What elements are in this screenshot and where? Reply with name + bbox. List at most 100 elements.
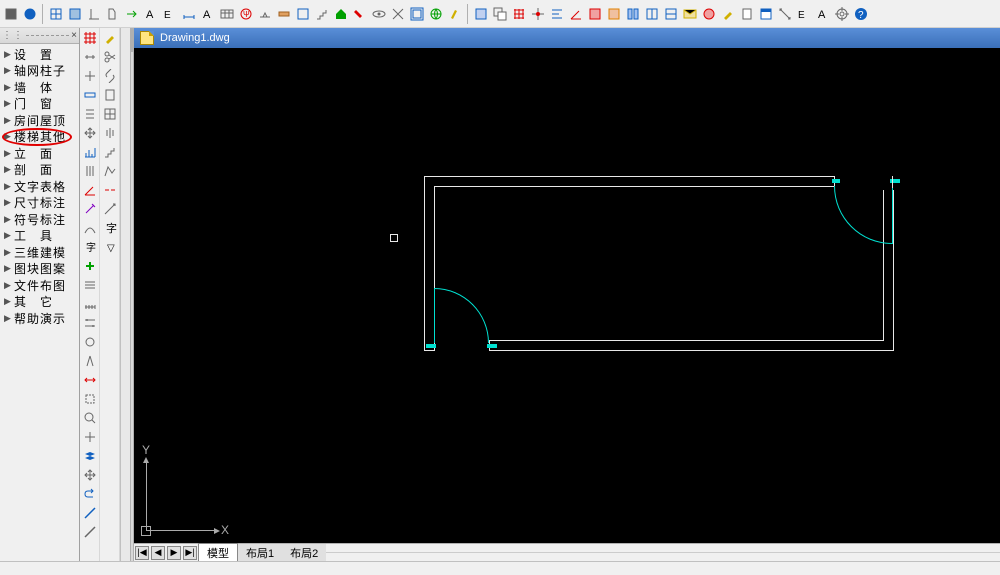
tab-nav-last-button[interactable]: ▶| <box>183 546 197 560</box>
sidebar-item-dimension[interactable]: ▶尺寸标注 <box>0 195 79 212</box>
sidebar-item-other[interactable]: ▶其 它 <box>0 294 79 311</box>
globe-icon[interactable] <box>427 5 445 23</box>
section-icon[interactable] <box>104 5 122 23</box>
door-icon[interactable] <box>294 5 312 23</box>
toolbar-btn-2[interactable] <box>21 5 39 23</box>
offset-tool-icon[interactable] <box>82 467 98 483</box>
sidebar-item-3d-model[interactable]: ▶三维建模 <box>0 244 79 261</box>
snap-icon[interactable] <box>529 5 547 23</box>
scissors-tool-icon[interactable] <box>102 49 118 65</box>
table-icon[interactable] <box>218 5 236 23</box>
pan-tool-icon[interactable] <box>82 429 98 445</box>
axis-icon[interactable] <box>85 5 103 23</box>
sidebar-item-help-demo[interactable]: ▶帮助演示 <box>0 310 79 327</box>
elev2-icon[interactable]: E <box>795 5 813 23</box>
scroll-thumb[interactable] <box>131 28 133 52</box>
tab-layout2[interactable]: 布局2 <box>282 544 326 562</box>
text-a-icon[interactable]: A <box>142 5 160 23</box>
pencil-tool-icon[interactable] <box>102 30 118 46</box>
panel-handle-icon[interactable]: ⋮⋮ <box>2 30 24 41</box>
sidebar-item-elevation[interactable]: ▶立 面 <box>0 145 79 162</box>
sidebar-item-room-roof[interactable]: ▶房间屋顶 <box>0 112 79 129</box>
toolbar-btn-1[interactable] <box>2 5 20 23</box>
break-tool-icon[interactable] <box>102 182 118 198</box>
cross-tool-icon[interactable] <box>82 68 98 84</box>
dim-icon[interactable] <box>180 5 198 23</box>
align-tool-icon[interactable] <box>102 125 118 141</box>
tab-nav-first-button[interactable]: |◀ <box>135 546 149 560</box>
tab-nav-prev-button[interactable]: ◀ <box>151 546 165 560</box>
text-tool-icon[interactable]: 字 <box>82 239 98 255</box>
ruler-tool-icon[interactable] <box>82 296 98 312</box>
stair2-tool-icon[interactable] <box>102 144 118 160</box>
sidebar-item-door-window[interactable]: ▶门 窗 <box>0 96 79 113</box>
select-tool-icon[interactable] <box>82 391 98 407</box>
paint-icon[interactable] <box>351 5 369 23</box>
target-icon[interactable] <box>833 5 851 23</box>
tab-model[interactable]: 模型 <box>198 543 238 562</box>
line2-tool-icon[interactable] <box>82 524 98 540</box>
split-icon[interactable] <box>643 5 661 23</box>
tab-layout1[interactable]: 布局1 <box>238 544 282 562</box>
align-icon[interactable] <box>548 5 566 23</box>
move-tool-icon[interactable] <box>82 125 98 141</box>
mark-tool-icon[interactable]: 字 <box>102 220 118 236</box>
document-title-bar[interactable]: Drawing1.dwg <box>134 28 1000 48</box>
tab-nav-next-button[interactable]: ▶ <box>167 546 181 560</box>
ray-tool-icon[interactable] <box>102 201 118 217</box>
wall-icon[interactable] <box>275 5 293 23</box>
dots-tool-icon[interactable] <box>82 315 98 331</box>
stair-icon[interactable] <box>313 5 331 23</box>
arrow-icon[interactable] <box>123 5 141 23</box>
sidebar-item-tools[interactable]: ▶工 具 <box>0 228 79 245</box>
curve-tool-icon[interactable] <box>82 220 98 236</box>
model-canvas[interactable]: X Y <box>134 48 1000 543</box>
grid-snap-tool-icon[interactable] <box>102 106 118 122</box>
h-split-icon[interactable] <box>662 5 680 23</box>
view-icon[interactable] <box>389 5 407 23</box>
eye-icon[interactable] <box>370 5 388 23</box>
door-tool-icon[interactable] <box>102 87 118 103</box>
sidebar-item-stair-other[interactable]: ▶楼梯其他 <box>0 129 79 146</box>
book-icon[interactable] <box>738 5 756 23</box>
angle-icon[interactable] <box>567 5 585 23</box>
help-icon[interactable]: ? <box>852 5 870 23</box>
sidebar-item-file-layout[interactable]: ▶文件布图 <box>0 277 79 294</box>
mail-icon[interactable] <box>681 5 699 23</box>
axis-tool-icon[interactable] <box>82 49 98 65</box>
wall-tool-icon[interactable] <box>82 87 98 103</box>
attach-tool-icon[interactable] <box>102 68 118 84</box>
sidebar-item-text-table[interactable]: ▶文字表格 <box>0 178 79 195</box>
sidebar-item-section[interactable]: ▶剖 面 <box>0 162 79 179</box>
sidebar-item-settings[interactable]: ▶设 置 <box>0 46 79 63</box>
undo-tool-icon[interactable] <box>82 486 98 502</box>
stretch-tool-icon[interactable] <box>82 372 98 388</box>
col-icon[interactable] <box>624 5 642 23</box>
layout-icon[interactable] <box>408 5 426 23</box>
stamp-icon[interactable] <box>700 5 718 23</box>
text2-icon[interactable]: A <box>814 5 832 23</box>
level-icon[interactable] <box>256 5 274 23</box>
open-tool-icon[interactable]: ▽ <box>102 239 118 255</box>
stone-tool-icon[interactable] <box>82 334 98 350</box>
vlines-tool-icon[interactable] <box>82 163 98 179</box>
scale-icon[interactable] <box>776 5 794 23</box>
sidebar-item-block-pattern[interactable]: ▶图块图案 <box>0 261 79 278</box>
angle-tool-icon[interactable] <box>82 182 98 198</box>
brush-icon[interactable] <box>446 5 464 23</box>
symbol-icon[interactable]: Ψ <box>237 5 255 23</box>
bars-tool-icon[interactable] <box>82 106 98 122</box>
chart-tool-icon[interactable] <box>82 144 98 160</box>
window-icon[interactable] <box>757 5 775 23</box>
compass-tool-icon[interactable] <box>82 353 98 369</box>
pen-icon[interactable] <box>719 5 737 23</box>
grid-icon[interactable] <box>47 5 65 23</box>
line-tool-icon[interactable] <box>82 505 98 521</box>
zoom-tool-icon[interactable] <box>82 410 98 426</box>
plus-tool-icon[interactable] <box>82 258 98 274</box>
magic-tool-icon[interactable] <box>82 201 98 217</box>
layer-icon[interactable] <box>472 5 490 23</box>
copy-icon[interactable] <box>491 5 509 23</box>
elev-icon[interactable]: E <box>161 5 179 23</box>
sidebar-item-symbol[interactable]: ▶符号标注 <box>0 211 79 228</box>
